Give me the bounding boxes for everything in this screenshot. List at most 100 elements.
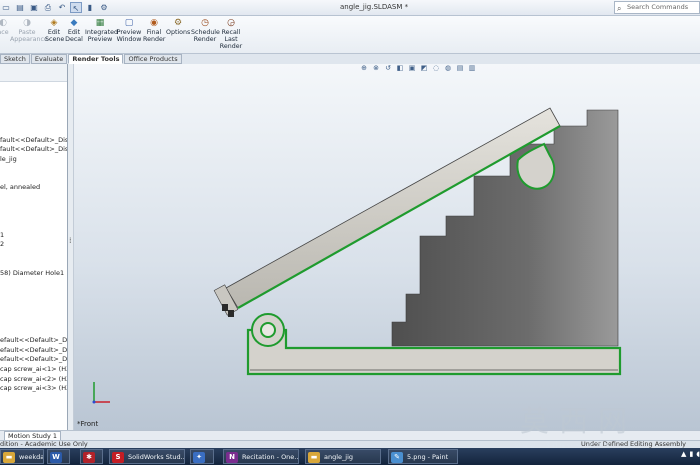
volume-icon[interactable]: ◖ (696, 450, 700, 458)
options-label: Options (166, 29, 191, 36)
tree-item[interactable]: 1 (0, 231, 4, 239)
tree-item[interactable]: fault<<Default>_Displa (0, 145, 67, 153)
search-placeholder: Search Commands (627, 3, 689, 11)
taskbar-item-paint[interactable]: ✎ 5.png - Paint (388, 449, 458, 464)
tree-item[interactable]: 2 (0, 240, 4, 248)
integrated-preview-button[interactable]: ▦ Integrated Preview (85, 18, 118, 43)
quick-access-toolbar: ▭ ▤ ▣ ⎙ ↶ ↖ ▮ ⚙ (0, 2, 110, 13)
taskbar-item-solidworks[interactable]: S SolidWorks Stud... (109, 449, 185, 464)
print-icon[interactable]: ⎙ (42, 2, 54, 13)
graphics-viewport[interactable]: ⊕ ⊗ ↺ ◧ ▣ ◩ ◌ ◍ ▤ ▥ *Front (74, 64, 700, 430)
taskbar-item-label: SolidWorks Stud... (128, 453, 185, 461)
tab-render-tools[interactable]: Render Tools (68, 54, 124, 64)
taskbar-item-angle-jig[interactable]: ▬ angle_jig (305, 449, 381, 464)
edit-scene-button[interactable]: ◈ Edit Scene (45, 18, 65, 43)
screw-head[interactable] (228, 310, 234, 317)
options-icon: ⚙ (173, 18, 183, 28)
tab-evaluate[interactable]: Evaluate (30, 54, 68, 64)
document-title: angle_jig.SLDASM * (340, 3, 409, 11)
paste-appearance-button[interactable]: ◑ Paste Appearance (10, 18, 48, 43)
schedule-render-button[interactable]: ◷ Schedule Render (191, 18, 220, 43)
paste-appearance-label: Paste Appearance (10, 29, 48, 43)
edit-decal-button[interactable]: ◆ Edit Decal (65, 18, 83, 43)
recall-last-render-button[interactable]: ◶ Recall Last Render (219, 18, 243, 50)
paste-appearance-icon: ◑ (23, 18, 31, 28)
solidworks-icon: S (112, 452, 124, 463)
taskbar-item-label: weekday - ... (19, 453, 44, 461)
taskbar-item-label: angle_jig (324, 453, 354, 461)
select-pointer-icon[interactable]: ↖ (70, 2, 82, 13)
solidworks-launcher-icon: ✱ (83, 452, 95, 463)
recall-last-render-label: Recall Last Render (219, 29, 243, 50)
integrated-preview-icon: ▦ (95, 18, 105, 28)
tree-item[interactable]: efault<<Default>_Disp (0, 355, 67, 363)
taskbar-item-weekday[interactable]: ▬ weekday - ... (0, 449, 44, 464)
view-orientation-label: *Front (77, 420, 99, 428)
final-render-button[interactable]: ◉ Final Render (143, 18, 165, 43)
tree-item[interactable]: efault<<Default>_Disp (0, 346, 67, 354)
word-icon: W (50, 452, 62, 463)
tab-office-products[interactable]: Office Products (124, 54, 182, 64)
tree-item[interactable]: fault<<Default>_Displ (0, 136, 67, 144)
taskbar-item-onenote[interactable]: N Recitation - One... (223, 449, 299, 464)
taskbar-item-explorer[interactable]: ✦ (190, 449, 214, 464)
splitter-grip-icon: ⁞ (69, 236, 72, 245)
editing-mode-status: Editing Assembly (630, 440, 687, 448)
edition-text: dition - Academic Use Only (0, 440, 88, 448)
command-manager-ribbon: ◐ ace ◑ Paste Appearance ◈ Edit Scene ◆ … (0, 16, 700, 54)
options-button[interactable]: ⚙ Options (166, 18, 190, 36)
preview-window-icon: ▢ (124, 18, 134, 28)
appearance-label: ace (0, 29, 9, 36)
windows-taskbar: ▬ weekday - ... W ✱ S SolidWorks Stud...… (0, 448, 700, 465)
taskbar-item-launcher[interactable]: ✱ (80, 449, 103, 464)
undo-icon[interactable]: ↶ (56, 2, 68, 13)
final-render-label: Final Render (143, 29, 166, 43)
rebuild-icon[interactable]: ▮ (84, 2, 96, 13)
integrated-preview-label: Integrated Preview (85, 29, 118, 43)
tree-item[interactable]: el, annealed (0, 183, 40, 191)
coordinate-triad (92, 382, 110, 404)
watermark-text: 莫西网 (520, 404, 638, 438)
network-icon[interactable]: ▮ (689, 450, 693, 458)
tray-icon[interactable]: ▲ (681, 450, 686, 458)
taskbar-item-word[interactable]: W (47, 449, 70, 464)
feature-tree-header (0, 64, 67, 82)
search-commands-input[interactable]: ⌕ Search Commands (614, 1, 700, 14)
tree-item[interactable]: 58) Diameter Hole1 (0, 269, 64, 277)
preview-window-button[interactable]: ▢ Preview Window (116, 18, 142, 43)
system-tray: ▲ ▮ ◖ (681, 450, 700, 458)
tab-sketch[interactable]: Sketch (0, 54, 30, 64)
screw-head[interactable] (222, 304, 228, 311)
folder-icon: ▬ (3, 452, 15, 463)
open-folder-icon[interactable]: ▤ (14, 2, 26, 13)
appearance-button[interactable]: ◐ ace (0, 18, 10, 36)
title-bar: ▭ ▤ ▣ ⎙ ↶ ↖ ▮ ⚙ angle_jig.SLDASM * ⌕ Sea… (0, 0, 700, 16)
schedule-render-icon: ◷ (201, 18, 209, 28)
tree-item[interactable]: le_jig (0, 155, 17, 163)
taskbar-item-label: 5.png - Paint (407, 453, 449, 461)
edit-decal-label: Edit Decal (65, 29, 83, 43)
folder-icon: ▬ (308, 452, 320, 463)
appearance-icon: ◐ (0, 18, 7, 28)
edit-decal-icon: ◆ (70, 18, 78, 28)
save-icon[interactable]: ▣ (28, 2, 40, 13)
schedule-render-label: Schedule Render (191, 29, 220, 43)
search-icon: ⌕ (617, 4, 622, 13)
preview-window-label: Preview Window (116, 29, 142, 43)
tree-item[interactable]: cap screw_ai<1> (HX- (0, 365, 67, 373)
edit-scene-label: Edit Scene (45, 29, 65, 43)
tree-item[interactable]: cap screw_ai<3> (HX- (0, 384, 67, 392)
paint-icon: ✎ (391, 452, 403, 463)
edit-scene-icon: ◈ (50, 18, 58, 28)
new-document-icon[interactable]: ▭ (0, 2, 12, 13)
options-gear-icon[interactable]: ⚙ (98, 2, 110, 13)
hinge-pin[interactable] (260, 322, 276, 338)
tree-item[interactable]: efault<<Default>_Dis (0, 336, 67, 344)
taskbar-item-label: Recitation - One... (242, 453, 299, 461)
solidworks-explorer-icon: ✦ (193, 452, 205, 463)
onenote-icon: N (226, 452, 238, 463)
angle-jig-model[interactable] (74, 64, 700, 430)
recall-last-render-icon: ◶ (227, 18, 235, 28)
feature-manager-tree: fault<<Default>_Displ fault<<Default>_Di… (0, 64, 68, 430)
tree-item[interactable]: cap screw_ai<2> (HX- (0, 375, 67, 383)
